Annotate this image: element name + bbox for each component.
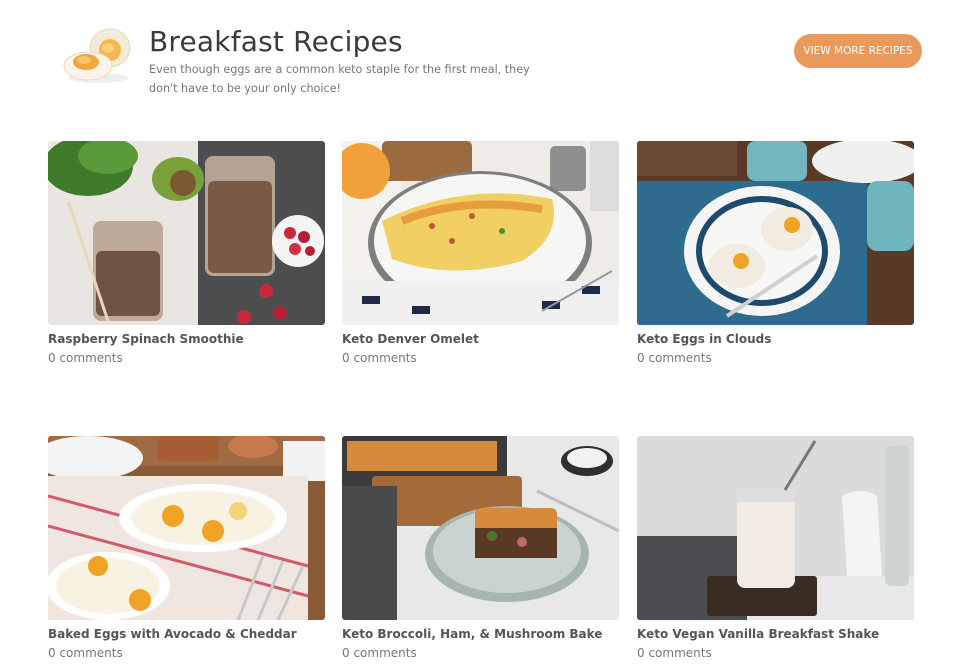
recipe-card[interactable]: Keto Vegan Vanilla Breakfast Shake 0 com…	[637, 436, 914, 660]
recipe-comments[interactable]: 0 comments	[48, 646, 325, 660]
recipe-title[interactable]: Baked Eggs with Avocado & Cheddar	[48, 627, 325, 641]
recipe-comments[interactable]: 0 comments	[637, 351, 914, 365]
recipe-comments[interactable]: 0 comments	[342, 646, 619, 660]
recipe-image[interactable]	[48, 436, 325, 620]
recipe-image[interactable]	[342, 436, 619, 620]
view-more-recipes-button[interactable]: VIEW MORE RECIPES	[794, 34, 922, 68]
page-header: Breakfast Recipes Even though eggs are a…	[0, 0, 975, 120]
page-title: Breakfast Recipes	[149, 25, 403, 58]
recipe-title[interactable]: Keto Eggs in Clouds	[637, 332, 914, 346]
recipe-card[interactable]: Raspberry Spinach Smoothie 0 comments	[48, 141, 325, 365]
recipe-card[interactable]: Baked Eggs with Avocado & Cheddar 0 comm…	[48, 436, 325, 660]
boiled-egg-icon	[62, 26, 134, 86]
recipe-title[interactable]: Keto Broccoli, Ham, & Mushroom Bake	[342, 627, 619, 641]
recipe-card[interactable]: Keto Broccoli, Ham, & Mushroom Bake 0 co…	[342, 436, 619, 660]
recipe-title[interactable]: Keto Denver Omelet	[342, 332, 619, 346]
recipe-card[interactable]: Keto Eggs in Clouds 0 comments	[637, 141, 914, 365]
recipe-comments[interactable]: 0 comments	[342, 351, 619, 365]
recipe-image[interactable]	[342, 141, 619, 325]
page-subtitle: Even though eggs are a common keto stapl…	[149, 63, 530, 95]
recipe-comments[interactable]: 0 comments	[637, 646, 914, 660]
recipe-comments[interactable]: 0 comments	[48, 351, 325, 365]
recipe-image[interactable]	[637, 436, 914, 620]
recipe-image[interactable]	[637, 141, 914, 325]
recipe-title[interactable]: Keto Vegan Vanilla Breakfast Shake	[637, 627, 914, 641]
recipe-card[interactable]: Keto Denver Omelet 0 comments	[342, 141, 619, 365]
recipe-image[interactable]	[48, 141, 325, 325]
recipe-title[interactable]: Raspberry Spinach Smoothie	[48, 332, 325, 346]
